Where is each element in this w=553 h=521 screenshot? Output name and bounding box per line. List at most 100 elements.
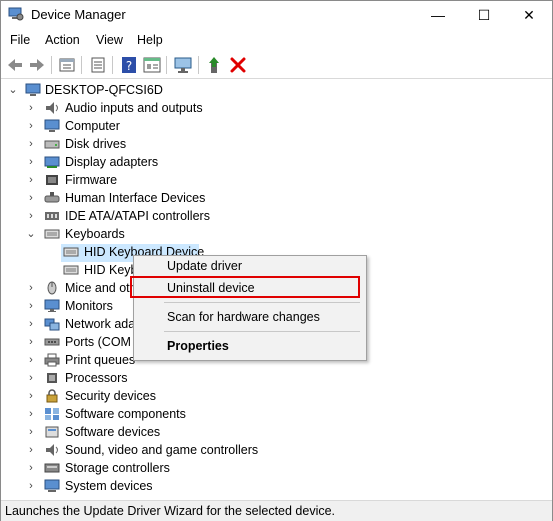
context-properties[interactable]: Properties	[167, 339, 229, 353]
system-devices-icon	[44, 479, 60, 492]
tree-item[interactable]: › Software components	[1, 406, 541, 424]
properties-icon[interactable]	[57, 56, 77, 74]
title-bar: Device Manager — ☐ ✕	[1, 1, 552, 29]
menu-bar: File Action View Help	[1, 31, 552, 51]
tree-item-label: Disk drives	[65, 137, 127, 151]
forward-icon[interactable]	[27, 56, 47, 74]
sound-icon	[46, 444, 58, 456]
ports-icon	[44, 338, 60, 346]
maximize-button[interactable]: ☐	[461, 1, 507, 29]
software-components-icon	[45, 408, 59, 420]
collapse-chevron-icon[interactable]: ⌄	[7, 84, 19, 96]
minimize-button[interactable]: —	[415, 1, 461, 29]
keyboard-icon	[44, 229, 60, 239]
help-icon[interactable]: ?	[119, 56, 139, 74]
tree-item[interactable]: › Storage controllers	[1, 460, 541, 478]
tree-item[interactable]: › System devices	[1, 478, 541, 496]
tree-item-label: Network ada	[65, 317, 136, 331]
close-button[interactable]: ✕	[506, 1, 552, 29]
tree-item[interactable]: › Disk drives	[1, 136, 541, 154]
tree-item[interactable]: › Display adapters	[1, 154, 541, 172]
expand-chevron-icon[interactable]: ›	[25, 102, 37, 114]
tree-root-label: DESKTOP-QFCSI6D	[45, 83, 163, 97]
tree-item-label: Mice and oth	[65, 281, 137, 295]
expand-chevron-icon[interactable]: ›	[25, 372, 37, 384]
expand-chevron-icon[interactable]: ›	[25, 426, 37, 438]
uninstall-highlight-annotation	[130, 276, 360, 298]
tree-item-label: Monitors	[65, 299, 113, 313]
back-icon[interactable]	[5, 56, 25, 74]
tree-item-label: Ports (COM &	[65, 335, 143, 349]
tree-item-label: Keyboards	[65, 227, 125, 241]
scan-hardware-icon[interactable]	[173, 56, 193, 74]
tree-item[interactable]: › Computer	[1, 118, 541, 136]
tree-item[interactable]: › IDE ATA/ATAPI controllers	[1, 208, 541, 226]
update-driver-icon[interactable]	[88, 56, 108, 74]
status-text: Launches the Update Driver Wizard for th…	[5, 504, 336, 518]
menu-help[interactable]: Help	[137, 33, 163, 47]
audio-icon	[46, 102, 58, 114]
collapse-chevron-icon[interactable]: ⌄	[25, 228, 37, 240]
tree-item[interactable]: › Processors	[1, 370, 541, 388]
enable-device-icon[interactable]	[205, 56, 225, 74]
expand-chevron-icon[interactable]: ›	[25, 300, 37, 312]
tree-item-label: Display adapters	[65, 155, 159, 169]
uninstall-device-icon[interactable]	[228, 56, 248, 74]
tree-item[interactable]: › Firmware	[1, 172, 541, 190]
expand-chevron-icon[interactable]: ›	[25, 174, 37, 186]
toolbar-separator	[166, 56, 167, 74]
tree-item-keyboards[interactable]: ⌄ Keyboards	[1, 226, 541, 244]
tree-item-label: Software components	[65, 407, 186, 421]
window-title: Device Manager	[31, 7, 126, 22]
context-menu: Update driver Uninstall device Scan for …	[133, 255, 367, 361]
context-scan-hardware[interactable]: Scan for hardware changes	[167, 310, 320, 324]
toolbar-separator	[112, 56, 113, 74]
tree-item-label: Computer	[65, 119, 120, 133]
tree-item-label: HID Keyb	[84, 263, 138, 277]
expand-chevron-icon[interactable]: ›	[25, 444, 37, 456]
tree-item-label: Processors	[65, 371, 128, 385]
device-manager-icon	[8, 7, 24, 21]
expand-chevron-icon[interactable]: ›	[25, 462, 37, 474]
expand-chevron-icon[interactable]: ›	[25, 408, 37, 420]
keyboard-icon	[63, 247, 79, 257]
context-update-driver[interactable]: Update driver	[167, 259, 242, 273]
expand-chevron-icon[interactable]: ›	[25, 480, 37, 492]
mouse-icon	[47, 281, 57, 295]
tree-root[interactable]: ⌄ DESKTOP-QFCSI6D	[1, 82, 541, 100]
expand-chevron-icon[interactable]: ›	[25, 390, 37, 402]
svg-text:?: ?	[126, 59, 132, 73]
keyboard-icon	[63, 265, 79, 275]
expand-chevron-icon[interactable]: ›	[25, 282, 37, 294]
menu-action[interactable]: Action	[45, 33, 80, 47]
printer-icon	[44, 353, 60, 367]
properties-sheet-icon[interactable]	[142, 56, 162, 74]
tree-item-label: Human Interface Devices	[65, 191, 206, 205]
menu-view[interactable]: View	[96, 33, 123, 47]
status-bar: Launches the Update Driver Wizard for th…	[1, 500, 552, 521]
ide-controller-icon	[45, 212, 59, 220]
tree-item-label: Security devices	[65, 389, 157, 403]
context-separator	[164, 331, 360, 332]
tree-item-label: Storage controllers	[65, 461, 170, 475]
expand-chevron-icon[interactable]: ›	[25, 354, 37, 366]
expand-chevron-icon[interactable]: ›	[25, 318, 37, 330]
disk-drive-icon	[44, 140, 60, 149]
processor-icon	[47, 373, 57, 383]
tree-item[interactable]: › Software devices	[1, 424, 541, 442]
tree-item-label: Firmware	[65, 173, 118, 187]
menu-file[interactable]: File	[10, 33, 30, 47]
toolbar-separator	[51, 56, 52, 74]
tree-item[interactable]: › Audio inputs and outputs	[1, 100, 541, 118]
expand-chevron-icon[interactable]: ›	[25, 138, 37, 150]
monitor-icon	[44, 299, 60, 312]
tree-item[interactable]: › Security devices	[1, 388, 541, 406]
tree-item[interactable]: › Human Interface Devices	[1, 190, 541, 208]
expand-chevron-icon[interactable]: ›	[25, 192, 37, 204]
expand-chevron-icon[interactable]: ›	[25, 156, 37, 168]
expand-chevron-icon[interactable]: ›	[25, 120, 37, 132]
tree-item[interactable]: › Sound, video and game controllers	[1, 442, 541, 460]
expand-chevron-icon[interactable]: ›	[25, 210, 37, 222]
toolbar-separator	[81, 56, 82, 74]
expand-chevron-icon[interactable]: ›	[25, 336, 37, 348]
